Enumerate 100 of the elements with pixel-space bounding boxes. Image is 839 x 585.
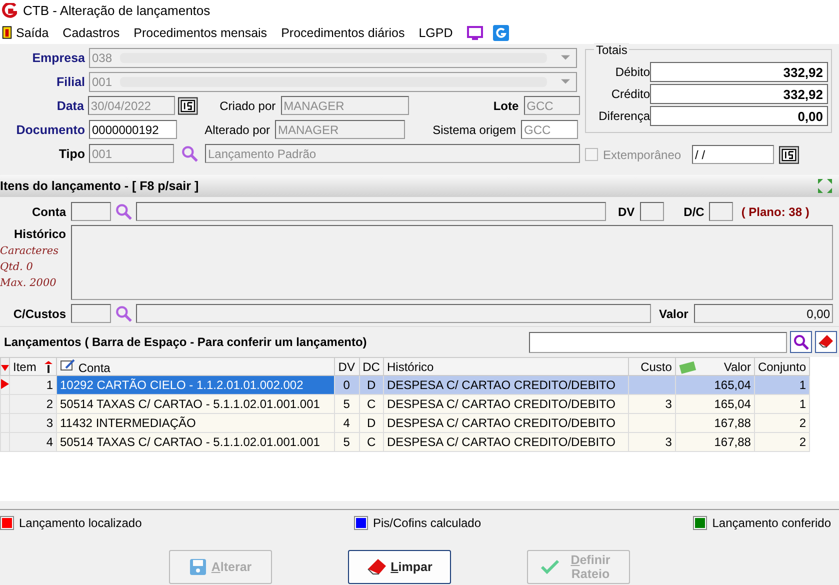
total-value: 332,92 xyxy=(650,62,828,82)
calendar-icon[interactable] xyxy=(779,146,800,164)
menu-item[interactable]: Procedimentos mensais xyxy=(134,26,268,40)
field-label: Documento xyxy=(15,122,85,136)
table-cell: 4 xyxy=(334,414,360,432)
eraser-icon xyxy=(818,334,834,350)
table-cell xyxy=(628,376,676,394)
table-row[interactable]: 4 50514 TAXAS C/ CARTAO - 5.1.1.02.01.001.001 5 C DESPESA C/ CARTAO CREDITO/DEBITO 3 167,88 2 xyxy=(0,432,810,452)
field-label: DV xyxy=(618,204,635,218)
character-count: Caracteres xyxy=(0,245,59,257)
table-cell: 2 xyxy=(10,394,56,414)
table-cell: 5 xyxy=(334,432,360,452)
app-badge-icon[interactable] xyxy=(492,24,509,40)
created-by-field: MANAGER xyxy=(280,96,410,115)
field-label: Valor xyxy=(659,306,688,320)
app-logo-icon xyxy=(2,3,17,18)
table-cell: 1 xyxy=(754,376,810,394)
column-header[interactable]: DC xyxy=(359,358,384,376)
table-cell: C xyxy=(359,394,384,414)
table-cell: 2 xyxy=(754,414,810,432)
search-field[interactable] xyxy=(529,332,787,352)
menu-item[interactable]: LGPD xyxy=(418,26,453,40)
total-value: 332,92 xyxy=(650,84,828,104)
table-cell: 3 xyxy=(628,394,676,414)
column-header[interactable]: Valor xyxy=(675,358,754,376)
batch-field: GCC xyxy=(524,96,580,115)
window-title: CTB - Alteração de lançamentos xyxy=(23,3,210,18)
legend-label: Lançamento localizado xyxy=(19,516,142,530)
table-cell: DESPESA C/ CARTAO CREDITO/DEBITO xyxy=(383,414,628,432)
table-row[interactable]: 3 11432 INTERMEDIAÇÃO 4 D DESPESA C/ CARTAO CREDITO/DEBITO 167,88 2 xyxy=(0,414,810,432)
total-label: Débito xyxy=(614,65,650,79)
column-header[interactable]: Custo xyxy=(628,358,676,376)
table-row[interactable]: 1 10292 CARTÃO CIELO - 1.1.2.01.01.002.002 0 D DESPESA C/ CARTAO CREDITO/DEBITO 165,04 1 xyxy=(0,376,810,394)
dv-field xyxy=(640,202,664,221)
field-label: Criado por xyxy=(218,98,276,112)
table-cell: D xyxy=(359,414,384,432)
search-icon[interactable] xyxy=(115,305,132,322)
total-value: 0,00 xyxy=(650,106,828,126)
field-label: Filial xyxy=(56,74,85,88)
monitor-icon[interactable] xyxy=(466,24,483,40)
calendar-icon[interactable] xyxy=(178,96,198,114)
table-cell: 3 xyxy=(628,432,676,452)
menu-item[interactable]: Procedimentos diários xyxy=(281,26,405,40)
table-cell: D xyxy=(359,376,384,394)
table-cell: 167,88 xyxy=(675,414,754,432)
value-field: 0,00 xyxy=(694,304,833,323)
group-title: Totais xyxy=(594,43,630,57)
column-header[interactable]: Conta xyxy=(56,358,334,376)
origin-system-field: GCC xyxy=(521,120,578,139)
table-cell: 50514 TAXAS C/ CARTAO - 5.1.1.02.01.001.001 xyxy=(56,432,334,452)
field-label: Tipo xyxy=(58,146,85,160)
cost-center-code-field[interactable] xyxy=(71,304,111,323)
clear-button[interactable] xyxy=(815,331,837,353)
eraser-icon xyxy=(366,558,387,576)
plan-label: ( Plano: 38 ) xyxy=(741,204,810,218)
sort-icon[interactable] xyxy=(44,361,53,374)
table-cell: 1 xyxy=(754,394,810,414)
menu-item[interactable]: Saída xyxy=(16,26,49,40)
table-cell: 2 xyxy=(754,432,810,452)
field-label: Histórico xyxy=(14,227,66,241)
table-cell: 3 xyxy=(10,414,56,432)
table-cell: 167,88 xyxy=(675,432,754,452)
edit-icon xyxy=(60,358,75,372)
sort-arrow-icon xyxy=(1,364,9,370)
type-description-field: Lançamento Padrão xyxy=(205,144,580,163)
search-icon[interactable] xyxy=(181,145,198,162)
column-header[interactable]: DV xyxy=(334,358,360,376)
action-button[interactable]: Limpar xyxy=(348,550,451,584)
column-header[interactable]: Item xyxy=(10,358,56,376)
field-label: C/Custos xyxy=(12,306,66,320)
legend-label: Lançamento conferido xyxy=(712,516,831,530)
field-label: Lote xyxy=(492,98,519,112)
legend-label: Pis/Cofins calculado xyxy=(372,516,482,530)
table-row[interactable]: 2 50514 TAXAS C/ CARTAO - 5.1.1.02.01.001.001 5 C DESPESA C/ CARTAO CREDITO/DEBITO 3 165,04 1 xyxy=(0,394,810,414)
section-title: Itens do lançamento - [ F8 p/sair ] xyxy=(0,179,199,193)
table-cell: 11432 INTERMEDIAÇÃO xyxy=(56,414,334,432)
table-cell: 1 xyxy=(10,376,56,394)
field-label: Sistema origem xyxy=(432,122,516,136)
money-icon xyxy=(678,360,697,374)
checkbox-label: Extemporâneo xyxy=(603,148,682,162)
character-count: Qtd. 0 xyxy=(0,261,33,273)
table-cell: 0 xyxy=(334,376,360,394)
table-cell: 165,04 xyxy=(675,394,754,414)
document-field[interactable]: 0000000192 xyxy=(89,120,177,139)
menu-item[interactable]: Cadastros xyxy=(62,26,120,40)
total-label: Diferença xyxy=(598,109,650,123)
total-label: Crédito xyxy=(610,87,650,101)
column-header[interactable]: Conjunto xyxy=(754,358,810,376)
field-label: Alterado por xyxy=(204,122,270,136)
exit-icon[interactable] xyxy=(2,25,12,40)
search-button[interactable] xyxy=(790,331,812,353)
search-icon[interactable] xyxy=(115,203,132,220)
section-title: Lançamentos ( Barra de Espaço - Para conferir um lançamento) xyxy=(4,335,367,349)
table-cell: 10292 CARTÃO CIELO - 1.1.2.01.01.002.002 xyxy=(56,376,334,394)
account-code-field[interactable] xyxy=(71,202,111,221)
expand-icon[interactable] xyxy=(817,178,833,194)
field-label: Data xyxy=(56,98,84,112)
changed-by-field: MANAGER xyxy=(275,120,405,139)
column-header[interactable]: Histórico xyxy=(383,358,628,376)
character-count: Max. 2000 xyxy=(0,277,56,289)
